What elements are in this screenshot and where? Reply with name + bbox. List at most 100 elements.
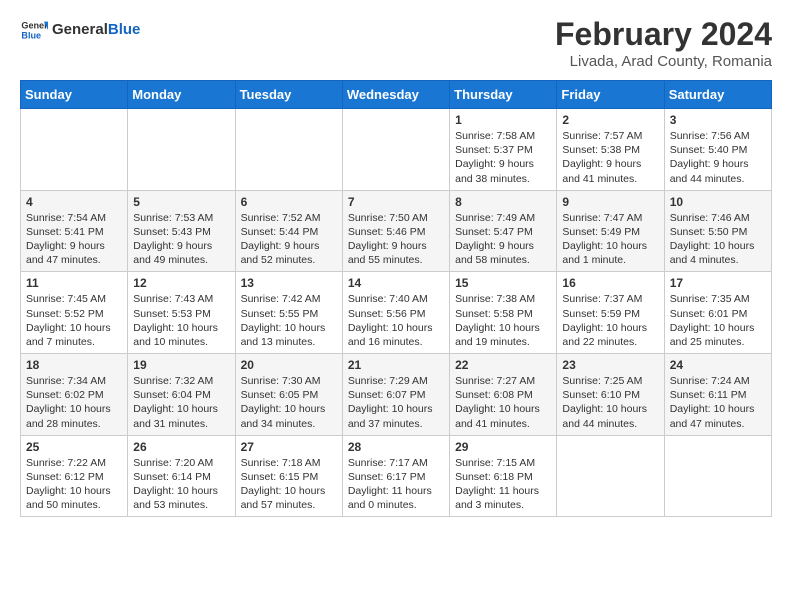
day-info: Sunrise: 7:46 AM Sunset: 5:50 PM Dayligh…	[670, 211, 766, 268]
day-info: Sunrise: 7:25 AM Sunset: 6:10 PM Dayligh…	[562, 374, 658, 431]
calendar-cell: 9Sunrise: 7:47 AM Sunset: 5:49 PM Daylig…	[557, 190, 664, 272]
calendar-cell: 29Sunrise: 7:15 AM Sunset: 6:18 PM Dayli…	[450, 435, 557, 517]
calendar-week-4: 18 Sunrise: 7:34 AM Sunset: 6:02 PM Dayli…	[21, 354, 772, 436]
day-info: Sunrise: 7:54 AM Sunset: 5:41 PM Dayligh…	[26, 211, 122, 268]
header: General Blue GeneralBlue February 2024 L…	[20, 16, 772, 70]
day-number: 4	[26, 195, 122, 209]
calendar-cell: 12 Sunrise: 7:43 AM Sunset: 5:53 PM Dayli…	[128, 272, 235, 354]
day-number: 11	[26, 276, 122, 290]
calendar-cell: 19 Sunrise: 7:32 AM Sunset: 6:04 PM Dayli…	[128, 354, 235, 436]
day-info: Sunrise: 7:20 AM Sunset: 6:14 PM Dayligh…	[133, 456, 229, 513]
day-number: 27	[241, 440, 337, 454]
logo-icon: General Blue	[20, 16, 48, 44]
day-number: 15	[455, 276, 551, 290]
day-info: Sunrise: 7:52 AM Sunset: 5:44 PM Dayligh…	[241, 211, 337, 268]
logo-blue: Blue	[108, 21, 141, 38]
col-header-friday: Friday	[557, 81, 664, 109]
calendar-cell: 13Sunrise: 7:42 AM Sunset: 5:55 PM Dayli…	[235, 272, 342, 354]
day-info: Sunrise: 7:42 AM Sunset: 5:55 PM Dayligh…	[241, 292, 337, 349]
calendar-cell: 25 Sunrise: 7:22 AM Sunset: 6:12 PM Dayli…	[21, 435, 128, 517]
calendar-cell: 28 Sunrise: 7:17 AM Sunset: 6:17 PM Dayli…	[342, 435, 449, 517]
calendar-cell: 26 Sunrise: 7:20 AM Sunset: 6:14 PM Dayli…	[128, 435, 235, 517]
day-info: Sunrise: 7:17 AM Sunset: 6:17 PM Dayligh…	[348, 456, 444, 513]
calendar: SundayMondayTuesdayWednesdayThursdayFrid…	[20, 80, 772, 517]
calendar-cell	[557, 435, 664, 517]
calendar-cell	[342, 109, 449, 191]
calendar-cell: 3Sunrise: 7:56 AM Sunset: 5:40 PM Daylig…	[664, 109, 771, 191]
calendar-cell: 4 Sunrise: 7:54 AM Sunset: 5:41 PM Daylig…	[21, 190, 128, 272]
day-number: 18	[26, 358, 122, 372]
calendar-cell: 17 Sunrise: 7:35 AM Sunset: 6:01 PM Dayli…	[664, 272, 771, 354]
day-number: 22	[455, 358, 551, 372]
day-number: 2	[562, 113, 658, 127]
day-info: Sunrise: 7:53 AM Sunset: 5:43 PM Dayligh…	[133, 211, 229, 268]
day-number: 8	[455, 195, 551, 209]
day-number: 19	[133, 358, 229, 372]
day-info: Sunrise: 7:43 AM Sunset: 5:53 PM Dayligh…	[133, 292, 229, 349]
title-area: February 2024 Livada, Arad County, Roman…	[555, 16, 772, 70]
day-info: Sunrise: 7:22 AM Sunset: 6:12 PM Dayligh…	[26, 456, 122, 513]
day-number: 21	[348, 358, 444, 372]
day-info: Sunrise: 7:38 AM Sunset: 5:58 PM Dayligh…	[455, 292, 551, 349]
logo-text: GeneralBlue	[52, 21, 140, 39]
day-number: 20	[241, 358, 337, 372]
day-number: 26	[133, 440, 229, 454]
day-info: Sunrise: 7:45 AM Sunset: 5:52 PM Dayligh…	[26, 292, 122, 349]
calendar-cell: 18 Sunrise: 7:34 AM Sunset: 6:02 PM Dayli…	[21, 354, 128, 436]
main-title: February 2024	[555, 16, 772, 53]
calendar-week-3: 11 Sunrise: 7:45 AM Sunset: 5:52 PM Dayli…	[21, 272, 772, 354]
col-header-tuesday: Tuesday	[235, 81, 342, 109]
logo: General Blue GeneralBlue	[20, 16, 140, 44]
day-info: Sunrise: 7:27 AM Sunset: 6:08 PM Dayligh…	[455, 374, 551, 431]
calendar-cell	[664, 435, 771, 517]
day-number: 23	[562, 358, 658, 372]
col-header-monday: Monday	[128, 81, 235, 109]
day-number: 17	[670, 276, 766, 290]
day-number: 28	[348, 440, 444, 454]
calendar-week-5: 25 Sunrise: 7:22 AM Sunset: 6:12 PM Dayli…	[21, 435, 772, 517]
calendar-cell: 24 Sunrise: 7:24 AM Sunset: 6:11 PM Dayli…	[664, 354, 771, 436]
day-info: Sunrise: 7:29 AM Sunset: 6:07 PM Dayligh…	[348, 374, 444, 431]
day-info: Sunrise: 7:32 AM Sunset: 6:04 PM Dayligh…	[133, 374, 229, 431]
day-number: 5	[133, 195, 229, 209]
calendar-cell: 20Sunrise: 7:30 AM Sunset: 6:05 PM Dayli…	[235, 354, 342, 436]
day-info: Sunrise: 7:57 AM Sunset: 5:38 PM Dayligh…	[562, 129, 658, 186]
logo-general: General	[52, 21, 108, 38]
day-number: 14	[348, 276, 444, 290]
calendar-cell	[235, 109, 342, 191]
day-number: 16	[562, 276, 658, 290]
calendar-cell: 7Sunrise: 7:50 AM Sunset: 5:46 PM Daylig…	[342, 190, 449, 272]
day-info: Sunrise: 7:34 AM Sunset: 6:02 PM Dayligh…	[26, 374, 122, 431]
calendar-cell: 16Sunrise: 7:37 AM Sunset: 5:59 PM Dayli…	[557, 272, 664, 354]
day-info: Sunrise: 7:24 AM Sunset: 6:11 PM Dayligh…	[670, 374, 766, 431]
day-number: 12	[133, 276, 229, 290]
day-number: 1	[455, 113, 551, 127]
calendar-cell: 15 Sunrise: 7:38 AM Sunset: 5:58 PM Dayli…	[450, 272, 557, 354]
day-number: 3	[670, 113, 766, 127]
day-info: Sunrise: 7:49 AM Sunset: 5:47 PM Dayligh…	[455, 211, 551, 268]
calendar-cell: 11 Sunrise: 7:45 AM Sunset: 5:52 PM Dayli…	[21, 272, 128, 354]
day-info: Sunrise: 7:35 AM Sunset: 6:01 PM Dayligh…	[670, 292, 766, 349]
col-header-thursday: Thursday	[450, 81, 557, 109]
calendar-cell: 23 Sunrise: 7:25 AM Sunset: 6:10 PM Dayli…	[557, 354, 664, 436]
calendar-cell: 1Sunrise: 7:58 AM Sunset: 5:37 PM Daylig…	[450, 109, 557, 191]
calendar-cell: 14 Sunrise: 7:40 AM Sunset: 5:56 PM Dayli…	[342, 272, 449, 354]
col-header-sunday: Sunday	[21, 81, 128, 109]
day-number: 6	[241, 195, 337, 209]
calendar-cell: 10Sunrise: 7:46 AM Sunset: 5:50 PM Dayli…	[664, 190, 771, 272]
calendar-cell: 2 Sunrise: 7:57 AM Sunset: 5:38 PM Daylig…	[557, 109, 664, 191]
day-number: 29	[455, 440, 551, 454]
day-number: 7	[348, 195, 444, 209]
subtitle: Livada, Arad County, Romania	[555, 53, 772, 70]
day-info: Sunrise: 7:40 AM Sunset: 5:56 PM Dayligh…	[348, 292, 444, 349]
day-number: 25	[26, 440, 122, 454]
calendar-week-2: 4 Sunrise: 7:54 AM Sunset: 5:41 PM Daylig…	[21, 190, 772, 272]
day-number: 24	[670, 358, 766, 372]
calendar-cell: 5 Sunrise: 7:53 AM Sunset: 5:43 PM Daylig…	[128, 190, 235, 272]
calendar-cell	[21, 109, 128, 191]
day-info: Sunrise: 7:18 AM Sunset: 6:15 PM Dayligh…	[241, 456, 337, 513]
svg-text:Blue: Blue	[21, 30, 41, 40]
day-info: Sunrise: 7:47 AM Sunset: 5:49 PM Dayligh…	[562, 211, 658, 268]
calendar-header-row: SundayMondayTuesdayWednesdayThursdayFrid…	[21, 81, 772, 109]
col-header-saturday: Saturday	[664, 81, 771, 109]
